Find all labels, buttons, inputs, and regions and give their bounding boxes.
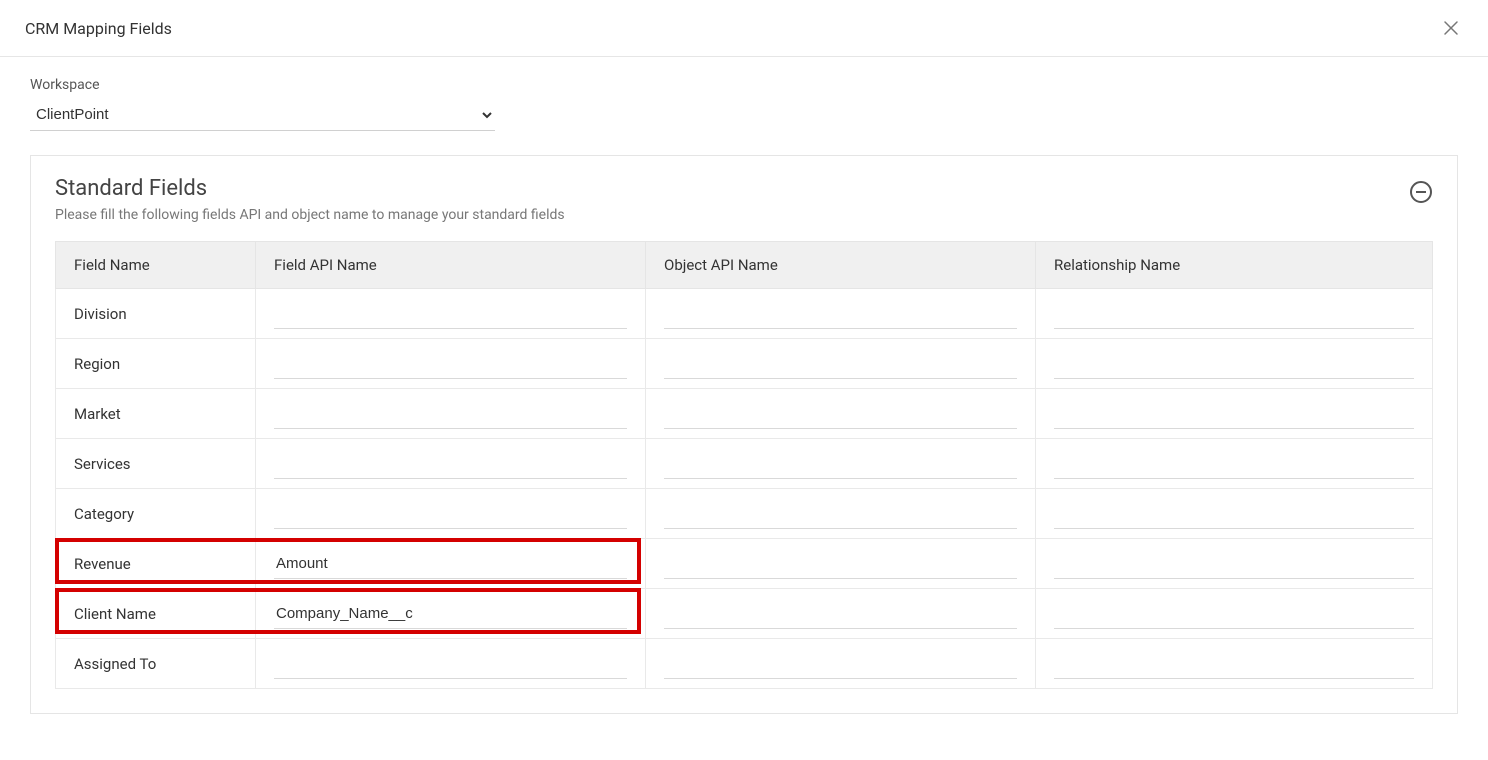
api-cell [256,339,646,389]
table-row: Client Name [56,589,1433,639]
rel-cell [1036,539,1433,589]
rel-cell [1036,589,1433,639]
api-cell [256,639,646,689]
api-input[interactable] [274,349,627,379]
object-input[interactable] [664,399,1017,429]
object-cell [646,339,1036,389]
field-name-cell: Services [56,439,256,489]
rel-input[interactable] [1054,549,1414,579]
field-name-cell: Market [56,389,256,439]
standard-fields-table: Field Name Field API Name Object API Nam… [55,241,1433,689]
workspace-label: Workspace [30,77,1458,93]
object-input[interactable] [664,499,1017,529]
api-cell [256,439,646,489]
col-field-name: Field Name [56,242,256,289]
table-row: Assigned To [56,639,1433,689]
api-input[interactable] [274,649,627,679]
object-input[interactable] [664,599,1017,629]
workspace-select[interactable]: ClientPoint [30,99,495,131]
rel-cell [1036,289,1433,339]
object-cell [646,639,1036,689]
field-name-cell: Division [56,289,256,339]
object-cell [646,439,1036,489]
object-input[interactable] [664,649,1017,679]
object-input[interactable] [664,299,1017,329]
api-input[interactable] [274,549,627,579]
field-name-cell: Category [56,489,256,539]
api-cell [256,589,646,639]
api-cell [256,489,646,539]
object-input[interactable] [664,449,1017,479]
api-input[interactable] [274,499,627,529]
col-object-api: Object API Name [646,242,1036,289]
field-name-cell: Revenue [56,539,256,589]
rel-cell [1036,339,1433,389]
table-row: Revenue [56,539,1433,589]
rel-input[interactable] [1054,299,1414,329]
rel-input[interactable] [1054,449,1414,479]
rel-input[interactable] [1054,499,1414,529]
panel-subtitle: Please fill the following fields API and… [55,207,565,223]
table-row: Division [56,289,1433,339]
rel-input[interactable] [1054,649,1414,679]
api-input[interactable] [274,449,627,479]
rel-input[interactable] [1054,599,1414,629]
rel-cell [1036,439,1433,489]
field-name-cell: Client Name [56,589,256,639]
col-field-api: Field API Name [256,242,646,289]
object-input[interactable] [664,549,1017,579]
standard-fields-panel: Standard Fields Please fill the followin… [30,155,1458,714]
collapse-icon[interactable] [1409,180,1433,204]
close-icon[interactable] [1439,16,1463,40]
api-cell [256,289,646,339]
table-row: Region [56,339,1433,389]
object-cell [646,289,1036,339]
object-cell [646,389,1036,439]
dialog-header: CRM Mapping Fields [0,0,1488,57]
api-input[interactable] [274,599,627,629]
workspace-field: Workspace ClientPoint [30,77,1458,131]
rel-input[interactable] [1054,349,1414,379]
dialog-title: CRM Mapping Fields [25,19,172,38]
object-input[interactable] [664,349,1017,379]
table-row: Category [56,489,1433,539]
api-input[interactable] [274,299,627,329]
field-name-cell: Assigned To [56,639,256,689]
object-cell [646,489,1036,539]
field-name-cell: Region [56,339,256,389]
object-cell [646,539,1036,589]
table-row: Market [56,389,1433,439]
rel-cell [1036,489,1433,539]
col-relationship: Relationship Name [1036,242,1433,289]
rel-cell [1036,389,1433,439]
api-input[interactable] [274,399,627,429]
panel-title: Standard Fields [55,176,565,201]
api-cell [256,539,646,589]
api-cell [256,389,646,439]
rel-cell [1036,639,1433,689]
rel-input[interactable] [1054,399,1414,429]
table-row: Services [56,439,1433,489]
object-cell [646,589,1036,639]
